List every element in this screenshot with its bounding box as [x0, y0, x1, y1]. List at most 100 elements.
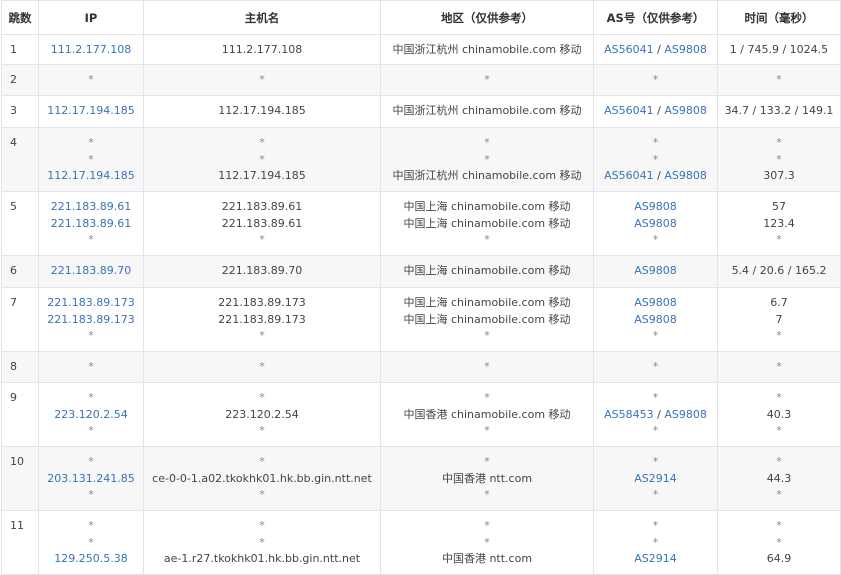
time-value: 7 [775, 312, 783, 326]
as-link[interactable]: AS56041 [604, 169, 654, 182]
as-link[interactable]: AS9808 [634, 217, 677, 230]
time-empty: * [776, 488, 782, 501]
time-cell: * * 307.3 [717, 127, 841, 192]
as-empty: * [652, 535, 659, 549]
as-link[interactable]: AS9808 [634, 296, 677, 309]
ip-link[interactable]: 221.183.89.61 [39, 216, 143, 233]
table-row: 10 * 203.131.241.85 * * ce-0-0-1.a02.tkokhk01… [1, 446, 841, 511]
as-link[interactable]: AS9808 [664, 169, 707, 182]
as-cell: * AS2914 * [593, 446, 718, 511]
ip-link[interactable]: 203.131.241.85 [39, 471, 143, 488]
region-value: 中国上海 chinamobile.com 移动 [403, 296, 571, 309]
table-row: 7 221.183.89.173 221.183.89.173 * 221.183.89… [1, 287, 841, 352]
time-cell: * 40.3 * [717, 382, 841, 447]
as-line: * [594, 328, 717, 345]
host-value: 221.183.89.173 [218, 296, 306, 309]
time-empty: * [776, 73, 782, 86]
as-empty: * [652, 455, 659, 468]
time-cell: 57 123.4 * [717, 191, 841, 256]
ip-link[interactable]: 111.2.177.108 [39, 42, 143, 59]
as-line: * [594, 518, 717, 535]
as-link[interactable]: AS9808 [634, 313, 677, 326]
as-link[interactable]: AS2914 [634, 472, 677, 485]
ip-empty: * [88, 455, 94, 468]
table-header-row: 跳数 IP 主机名 地区（仅供参考） AS号（仅供参考） 时间（毫秒） [1, 0, 841, 35]
table-row: 3 112.17.194.185 112.17.194.185 中国浙江杭州 chin… [1, 95, 841, 128]
ip-link[interactable]: 221.183.89.173 [39, 312, 143, 329]
as-cell: AS56041 / AS9808 [593, 34, 718, 65]
ip-link[interactable]: 112.17.194.185 [39, 168, 143, 185]
ip-link[interactable]: 112.17.194.185 [39, 103, 143, 120]
as-link[interactable]: AS9808 [664, 43, 707, 56]
region-empty: * [484, 455, 490, 468]
region-value: 中国香港 ntt.com [441, 471, 533, 485]
as-line: AS2914 [594, 551, 717, 568]
ip-link[interactable]: 221.183.89.70 [39, 263, 143, 280]
region-empty: * [484, 73, 490, 86]
time-value: 5.4 / 20.6 / 165.2 [731, 264, 827, 277]
host-empty: * [259, 329, 265, 342]
as-link[interactable]: AS9808 [634, 200, 677, 213]
as-link[interactable]: AS9808 [664, 408, 707, 421]
ip-link[interactable]: 223.120.2.54 [39, 407, 143, 424]
as-line: * [594, 232, 717, 249]
time-value: 307.3 [763, 169, 795, 182]
ip-link[interactable]: 129.250.5.38 [39, 551, 143, 568]
time-value: 57 [772, 200, 786, 213]
as-line: AS56041 / AS9808 [594, 103, 717, 120]
as-link[interactable]: AS9808 [664, 104, 707, 117]
hop-number: 2 [1, 64, 39, 96]
host-value: 223.120.2.54 [225, 407, 299, 421]
hostname-cell: 221.183.89.61 221.183.89.61 * [143, 191, 381, 256]
time-cell: * [717, 64, 841, 96]
host-empty: * [259, 488, 265, 501]
as-separator: / [653, 407, 665, 421]
as-link[interactable]: AS56041 [604, 43, 654, 56]
host-empty: * [259, 391, 265, 404]
as-line: AS58453 / AS9808 [594, 407, 717, 424]
host-empty: * [259, 519, 265, 532]
hostname-cell: 112.17.194.185 [143, 95, 381, 128]
region-cell: * [380, 351, 594, 383]
region-empty: * [484, 360, 490, 373]
as-cell: * * AS2914 [593, 510, 718, 575]
region-cell: 中国上海 chinamobile.com 移动 [380, 255, 594, 288]
host-value: 112.17.194.185 [218, 104, 306, 117]
as-separator: / [653, 43, 665, 56]
traceroute-table: 跳数 IP 主机名 地区（仅供参考） AS号（仅供参考） 时间（毫秒） 1 111… [1, 0, 841, 575]
as-link[interactable]: AS56041 [604, 104, 654, 117]
region-cell: 中国浙江杭州 chinamobile.com 移动 [380, 34, 594, 65]
region-empty: * [484, 136, 490, 149]
time-empty: * [776, 519, 782, 532]
time-cell: 1 / 745.9 / 1024.5 [717, 34, 841, 65]
hostname-cell: 111.2.177.108 [143, 34, 381, 65]
as-line: AS9808 [594, 216, 717, 233]
as-cell: * * AS56041 / AS9808 [593, 127, 718, 192]
region-value: 中国上海 chinamobile.com 移动 [403, 312, 571, 326]
as-separator: / [653, 104, 665, 117]
as-line: AS56041 / AS9808 [594, 168, 717, 185]
as-empty: * [652, 424, 659, 437]
header-hop: 跳数 [1, 0, 39, 35]
hop-number: 10 [1, 446, 39, 511]
ip-link[interactable]: 221.183.89.173 [39, 295, 143, 312]
table-row: 1 111.2.177.108 111.2.177.108 中国浙江杭州 chinam… [1, 34, 841, 65]
table-row: 2 * * * * * [1, 64, 841, 96]
ip-link[interactable]: 221.183.89.61 [39, 199, 143, 216]
as-line: * [594, 390, 717, 407]
time-value: 123.4 [763, 216, 795, 230]
region-value: 中国浙江杭州 chinamobile.com 移动 [392, 43, 582, 56]
ip-cell: 111.2.177.108 [38, 34, 144, 65]
as-cell: AS56041 / AS9808 [593, 95, 718, 128]
hostname-cell: * [143, 351, 381, 383]
time-empty: * [776, 391, 782, 404]
as-link[interactable]: AS58453 [604, 408, 654, 421]
hostname-cell: * ce-0-0-1.a02.tkokhk01.hk.bb.gin.ntt.net… [143, 446, 381, 511]
region-value: 中国香港 ntt.com [441, 552, 533, 565]
region-cell: * [380, 64, 594, 96]
as-empty: * [652, 233, 659, 246]
hostname-cell: * * 112.17.194.185 [143, 127, 381, 192]
as-link[interactable]: AS2914 [634, 552, 677, 565]
table-row: 8 * * * * * [1, 351, 841, 383]
as-link[interactable]: AS9808 [634, 264, 677, 277]
